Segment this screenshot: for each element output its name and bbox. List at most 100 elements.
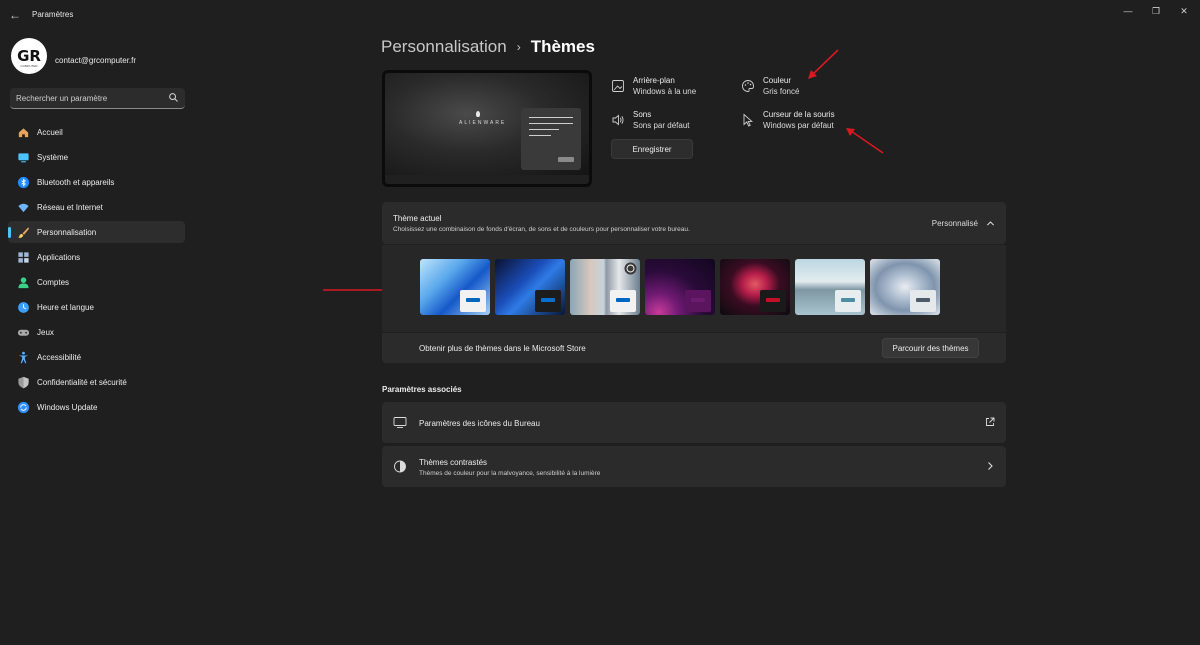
annotation-arrow-icon: [846, 128, 884, 154]
theme-thumbnail-sunrise[interactable]: [795, 259, 865, 315]
color-value: Gris foncé: [763, 87, 800, 96]
sidebar: GR COMPUTER contact@grcomputer.fr Accuei…: [0, 30, 196, 645]
contrast-themes-row[interactable]: Thèmes contrastés Thèmes de couleur pour…: [382, 446, 1006, 487]
current-theme-header[interactable]: Thème actuel Choisissez une combinaison …: [382, 202, 1006, 244]
sidebar-item-windows-update[interactable]: Windows Update: [8, 396, 185, 418]
account-email: contact@grcomputer.fr: [55, 56, 137, 65]
sidebar-item-reseau[interactable]: Réseau et Internet: [8, 196, 185, 218]
theme-accent-preview: [910, 290, 936, 312]
sidebar-item-label: Accessibilité: [37, 352, 82, 362]
avatar-logo: GR: [17, 46, 41, 65]
theme-thumbnail-captured-motion[interactable]: [720, 259, 790, 315]
sidebar-item-label: Comptes: [37, 277, 70, 287]
sidebar-item-label: Système: [37, 152, 69, 162]
search-box[interactable]: [10, 88, 185, 109]
breadcrumb: Personnalisation › Thèmes: [381, 37, 595, 57]
theme-thumbnail-windows-light[interactable]: [420, 259, 490, 315]
sidebar-item-label: Réseau et Internet: [37, 202, 103, 212]
sidebar-item-confidentialite[interactable]: Confidentialité et sécurité: [8, 371, 185, 393]
theme-thumbnail-flow[interactable]: [870, 259, 940, 315]
home-icon: [18, 127, 29, 137]
sounds-title: Sons: [633, 110, 652, 119]
sidebar-item-accueil[interactable]: Accueil: [8, 121, 185, 143]
save-button[interactable]: Enregistrer: [611, 139, 693, 159]
desktop-icons-settings-row[interactable]: Paramètres des icônes du Bureau: [382, 402, 1006, 443]
theme-thumbnail-windows-dark[interactable]: [495, 259, 565, 315]
theme-accent-preview: [835, 290, 861, 312]
sidebar-item-comptes[interactable]: Comptes: [8, 271, 185, 293]
system-icon: [18, 152, 29, 162]
background-title: Arrière-plan: [633, 76, 675, 85]
back-button[interactable]: ←: [8, 8, 22, 22]
speaker-icon: [612, 114, 624, 126]
sidebar-item-systeme[interactable]: Système: [8, 146, 185, 168]
sidebar-item-applications[interactable]: Applications: [8, 246, 185, 268]
sidebar-item-label: Windows Update: [37, 402, 98, 412]
sidebar-item-accessibilite[interactable]: Accessibilité: [8, 346, 185, 368]
theme-accent-preview: [685, 290, 711, 312]
external-link-icon[interactable]: [985, 417, 995, 427]
theme-accent-preview: [610, 290, 636, 312]
accessibility-icon: [18, 351, 29, 363]
current-theme-subtitle: Choisissez une combinaison de fonds d'éc…: [393, 226, 690, 233]
contrast-themes-subtitle: Thèmes de couleur pour la malvoyance, se…: [419, 470, 601, 477]
sidebar-item-label: Heure et langue: [37, 302, 94, 312]
theme-gallery: [382, 245, 1006, 332]
sidebar-item-label: Accueil: [37, 127, 63, 137]
theme-thumbnail-windows-spotlight[interactable]: [570, 259, 640, 315]
contrast-icon: [394, 460, 406, 473]
maximize-button[interactable]: ❐: [1146, 5, 1166, 17]
background-value: Windows à la une: [633, 87, 697, 96]
background-setting[interactable]: Arrière-plan Windows à la une: [611, 75, 696, 97]
search-input[interactable]: [16, 88, 166, 108]
contrast-themes-title: Thèmes contrastés: [419, 458, 488, 467]
wifi-icon: [18, 203, 29, 212]
sidebar-item-personnalisation[interactable]: Personnalisation: [8, 221, 185, 243]
apps-icon: [18, 251, 29, 263]
desktop-icons-title: Paramètres des icônes du Bureau: [419, 419, 540, 428]
cursor-setting[interactable]: Curseur de la souris Windows par défaut: [741, 109, 835, 131]
minimize-button[interactable]: —: [1118, 5, 1138, 17]
theme-thumbnail-glow[interactable]: [645, 259, 715, 315]
cursor-title: Curseur de la souris: [763, 110, 835, 119]
current-theme-value: Personnalisé: [931, 219, 978, 228]
spotlight-icon: [624, 262, 637, 275]
sounds-setting[interactable]: Sons Sons par défaut: [611, 109, 689, 131]
alienware-logo-icon: [476, 111, 480, 117]
preview-brand: ALIENWARE: [459, 120, 507, 126]
browse-themes-button[interactable]: Parcourir des thèmes: [882, 338, 979, 358]
search-icon[interactable]: [168, 92, 179, 103]
sidebar-item-heure-langue[interactable]: Heure et langue: [8, 296, 185, 318]
sidebar-item-jeux[interactable]: Jeux: [8, 321, 185, 343]
globe-clock-icon: [18, 301, 29, 313]
store-label: Obtenir plus de thèmes dans le Microsoft…: [419, 344, 586, 353]
sidebar-item-label: Jeux: [37, 327, 54, 337]
palette-icon: [742, 80, 754, 92]
page-title: Thèmes: [530, 37, 595, 56]
cursor-icon: [743, 113, 753, 127]
related-settings-title: Paramètres associés: [382, 385, 462, 394]
theme-store-row: Obtenir plus de thèmes dans le Microsoft…: [382, 333, 1006, 363]
app-title: Paramètres: [32, 10, 74, 19]
avatar[interactable]: GR COMPUTER: [11, 38, 47, 74]
breadcrumb-parent[interactable]: Personnalisation: [381, 37, 507, 57]
theme-accent-preview: [460, 290, 486, 312]
close-button[interactable]: ✕: [1174, 5, 1194, 17]
shield-icon: [18, 376, 29, 388]
sidebar-item-bluetooth[interactable]: Bluetooth et appareils: [8, 171, 185, 193]
sidebar-item-label: Confidentialité et sécurité: [37, 377, 127, 387]
update-icon: [17, 401, 30, 413]
preview-taskbar: [385, 175, 589, 184]
avatar-logo-sub: COMPUTER: [20, 64, 38, 68]
chevron-up-icon[interactable]: [986, 219, 995, 228]
chevron-right-icon[interactable]: [985, 461, 995, 471]
current-theme-title: Thème actuel: [393, 214, 442, 223]
theme-accent-preview: [535, 290, 561, 312]
theme-accent-preview: [760, 290, 786, 312]
sounds-value: Sons par défaut: [633, 121, 690, 130]
color-title: Couleur: [763, 76, 792, 85]
chevron-right-icon: ›: [516, 40, 521, 54]
sidebar-item-label: Personnalisation: [37, 227, 97, 237]
color-setting[interactable]: Couleur Gris foncé: [741, 75, 799, 97]
sidebar-item-label: Bluetooth et appareils: [37, 177, 115, 187]
